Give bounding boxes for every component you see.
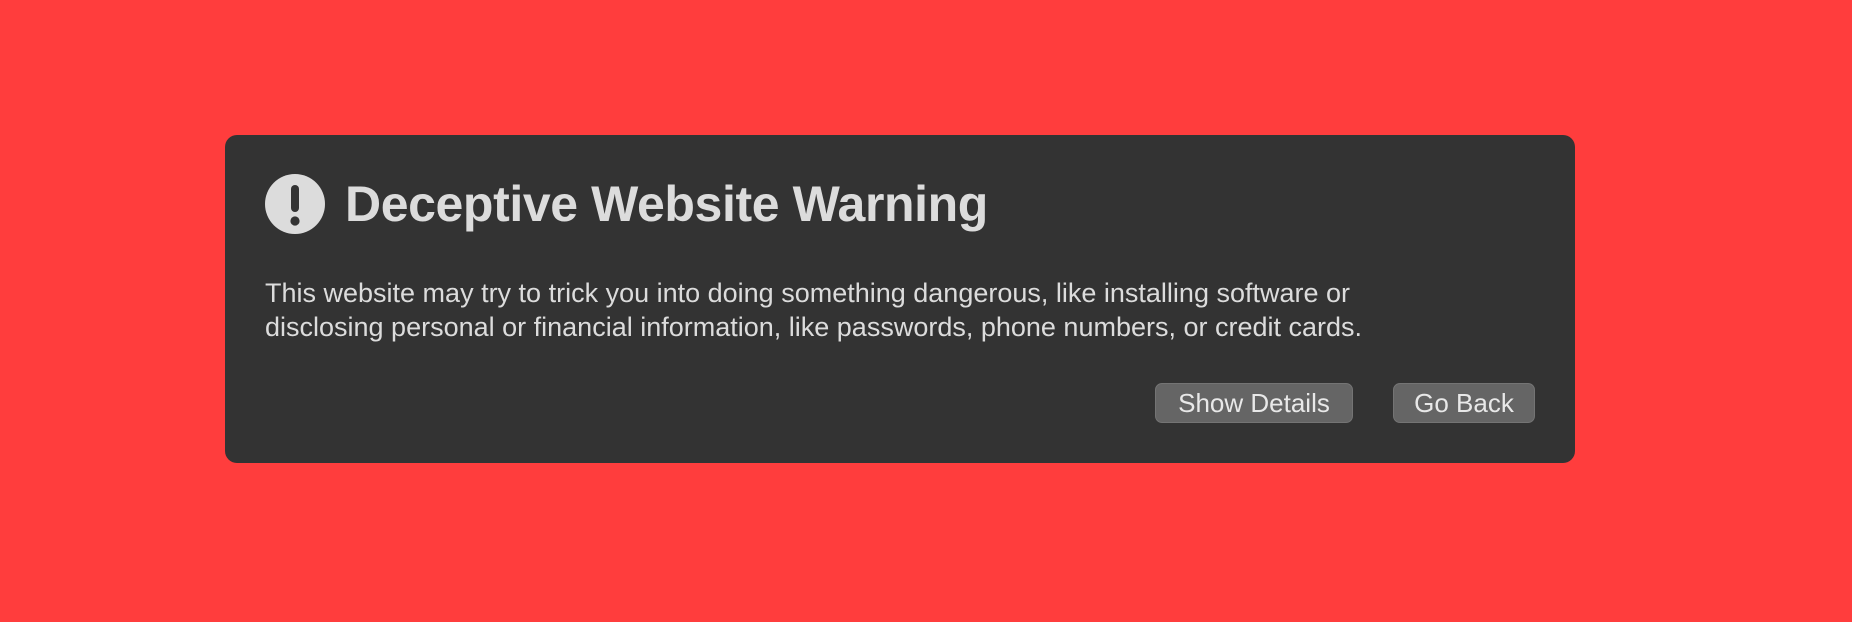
warning-message-line-1: This website may try to trick you into d… bbox=[265, 278, 1351, 308]
warning-message: This website may try to trick you into d… bbox=[265, 276, 1515, 344]
warning-message-line-2: disclosing personal or financial informa… bbox=[265, 312, 1363, 342]
warning-header: Deceptive Website Warning bbox=[265, 174, 988, 234]
warning-panel: Deceptive Website Warning This website m… bbox=[225, 135, 1575, 463]
show-details-button[interactable]: Show Details bbox=[1155, 383, 1353, 423]
go-back-button[interactable]: Go Back bbox=[1393, 383, 1535, 423]
warning-title: Deceptive Website Warning bbox=[345, 176, 988, 232]
exclamation-circle-icon bbox=[265, 174, 325, 234]
action-buttons: Show Details Go Back bbox=[1155, 383, 1535, 423]
